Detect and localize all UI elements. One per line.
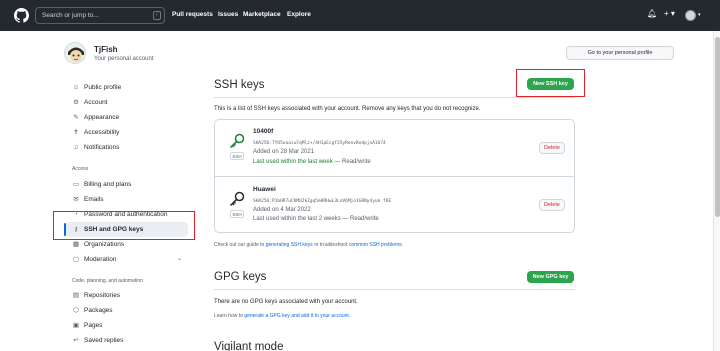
gpg-learn-suffix: . <box>348 313 351 319</box>
bell-icon[interactable]: 🔔︎ <box>647 9 657 18</box>
gear-icon: ⚙ <box>73 99 79 106</box>
ssh-keys-title: SSH keys <box>214 79 265 91</box>
ssh-description: This is a list of SSH keys associated wi… <box>214 106 481 112</box>
profile-name[interactable]: TjFish <box>94 45 118 54</box>
generate-gpg-key-link[interactable]: generate a GPG key and add it to your ac… <box>244 313 349 319</box>
gpg-keys-title: GPG keys <box>214 271 267 283</box>
ssh-badge: SSH <box>230 210 244 218</box>
user-avatar-menu[interactable] <box>685 10 696 21</box>
new-gpg-key-button[interactable]: New GPG key <box>527 271 574 283</box>
person-icon: ☺ <box>72 83 80 91</box>
paintbrush-icon: ✎ <box>73 114 79 121</box>
ssh-key-added: Added on 28 Mar 2021 <box>253 149 315 155</box>
sidebar-item-accessibility[interactable]: ✝ Accessibility <box>72 126 119 138</box>
credit-card-icon: ▭ <box>72 181 80 188</box>
ssh-key-fingerprint: SHA256:P1bHR7uCKMU2kZgq5m8RHwL3LoV6Mjo1G… <box>253 199 392 204</box>
ssh-key-last-used: Last used within the last 2 weeks — Read… <box>253 216 379 222</box>
ssh-badge: SSH <box>230 152 244 160</box>
ssh-title-divider <box>214 97 575 98</box>
report-icon: ▢ <box>72 256 80 263</box>
highlight-box-new-ssh <box>516 69 585 97</box>
key-icon-active <box>229 133 245 149</box>
ssh-key-added: Added on 4 Mar 2022 <box>253 207 311 213</box>
personal-profile-button[interactable]: Go to your personal profile <box>566 46 674 60</box>
chevron-down-icon[interactable]: ⌄ <box>177 255 182 262</box>
chevron-down-icon[interactable]: ▾ <box>698 12 701 18</box>
common-ssh-problems-link[interactable]: common SSH problems <box>349 242 402 248</box>
sidebar-item-label: Saved replies <box>84 336 124 344</box>
accessibility-icon: ✝ <box>73 129 79 136</box>
bell-icon: ♫ <box>73 143 79 151</box>
sidebar-item-label: Moderation <box>84 255 117 263</box>
browser-icon: ▣ <box>72 322 80 329</box>
gpg-learn-prefix: Learn how to <box>214 313 245 319</box>
vigilant-mode-title: Vigilant mode <box>214 341 284 351</box>
gpg-title-divider <box>214 289 575 290</box>
nav-pull-requests[interactable]: Pull requests <box>172 11 213 18</box>
ssh-guide-prefix: Check out our guide to <box>214 242 266 248</box>
sidebar-item-repositories[interactable]: ▤ Repositories <box>72 289 120 301</box>
gpg-empty-message: There are no GPG keys associated with yo… <box>214 299 358 305</box>
key-icon <box>229 191 245 207</box>
sidebar-item-appearance[interactable]: ✎ Appearance <box>72 111 119 123</box>
repo-icon: ▤ <box>72 292 80 299</box>
plus-icon[interactable]: + ▾ <box>664 9 675 18</box>
profile-avatar <box>64 42 86 64</box>
ssh-key-name: 10400f <box>253 128 274 135</box>
search-placeholder: Search or jump to... <box>42 12 99 19</box>
sidebar-item-label: Account <box>84 98 108 106</box>
ssh-guide-text: Check out our guide to generating SSH ke… <box>214 242 403 248</box>
sidebar-section-access: Access <box>72 166 89 172</box>
sidebar-item-label: Billing and plans <box>84 180 132 188</box>
sidebar-item-label: Accessibility <box>84 128 120 136</box>
ssh-key-last-used: Last used within the last week — Read/wr… <box>253 159 371 165</box>
sidebar-item-organizations[interactable]: ▦ Organizations <box>72 238 124 250</box>
sidebar-item-label: Repositories <box>84 291 121 299</box>
page-scrollbar[interactable] <box>713 31 720 351</box>
ssh-keys-divider <box>214 176 575 177</box>
ssh-key-access: — Read/write <box>332 159 371 165</box>
ssh-key-name: Huawei <box>253 186 276 193</box>
organization-icon: ▦ <box>72 241 80 248</box>
nav-marketplace[interactable]: Marketplace <box>243 11 281 18</box>
nav-issues[interactable]: Issues <box>218 11 238 18</box>
cartoon-avatar-icon <box>65 43 85 63</box>
delete-key-button[interactable]: Delete <box>539 142 565 154</box>
ssh-key-last-used-recent: Last used within the last week <box>253 159 333 165</box>
search-input[interactable]: Search or jump to... / <box>35 7 165 24</box>
sidebar-item-billing[interactable]: ▭ Billing and plans <box>72 178 131 190</box>
sidebar-item-label: Notifications <box>84 143 120 151</box>
sidebar-item-label: Packages <box>84 306 113 314</box>
sidebar-item-pages[interactable]: ▣ Pages <box>72 319 103 331</box>
profile-subtitle: Your personal account <box>94 56 154 62</box>
sidebar-item-label: Emails <box>84 195 104 203</box>
gpg-learn-text: Learn how to generate a GPG key and add … <box>214 313 350 319</box>
sidebar-item-saved-replies[interactable]: ↩ Saved replies <box>72 334 123 346</box>
package-icon: ⬡ <box>73 307 79 314</box>
reply-icon: ↩ <box>73 337 79 344</box>
sidebar-item-notifications[interactable]: ♫ Notifications <box>72 141 120 153</box>
sidebar-item-label: Appearance <box>84 113 120 121</box>
sidebar-item-emails[interactable]: ✉ Emails <box>72 193 104 205</box>
sidebar-section-code: Code, planning, and automation <box>72 278 143 284</box>
ssh-key-fingerprint: SHA256:7YU5oaaiuFqMlz+/4H1pEcgf25yRenvKe… <box>253 141 386 146</box>
sidebar-item-label: Pages <box>84 321 103 329</box>
mail-icon: ✉ <box>73 196 79 203</box>
sidebar-item-label: Organizations <box>84 240 125 248</box>
highlight-box-sidebar <box>53 211 195 240</box>
global-header: Search or jump to... / Pull requests Iss… <box>0 0 720 31</box>
search-shortcut-key: / <box>153 11 161 20</box>
sidebar-item-label: Public profile <box>84 83 122 91</box>
sidebar-item-public-profile[interactable]: ☺ Public profile <box>72 81 122 93</box>
ssh-guide-mid: or troubleshoot <box>312 242 349 248</box>
sidebar-item-account[interactable]: ⚙ Account <box>72 96 108 108</box>
delete-key-button[interactable]: Delete <box>539 199 565 211</box>
generating-ssh-keys-link[interactable]: generating SSH keys <box>266 242 313 248</box>
ssh-guide-suffix: . <box>401 242 404 248</box>
sidebar-item-packages[interactable]: ⬡ Packages <box>72 304 113 316</box>
nav-explore[interactable]: Explore <box>287 11 311 18</box>
sidebar-item-moderation[interactable]: ▢ Moderation <box>72 253 117 265</box>
github-logo-icon[interactable] <box>14 8 29 23</box>
scrollbar-thumb[interactable] <box>715 37 720 217</box>
